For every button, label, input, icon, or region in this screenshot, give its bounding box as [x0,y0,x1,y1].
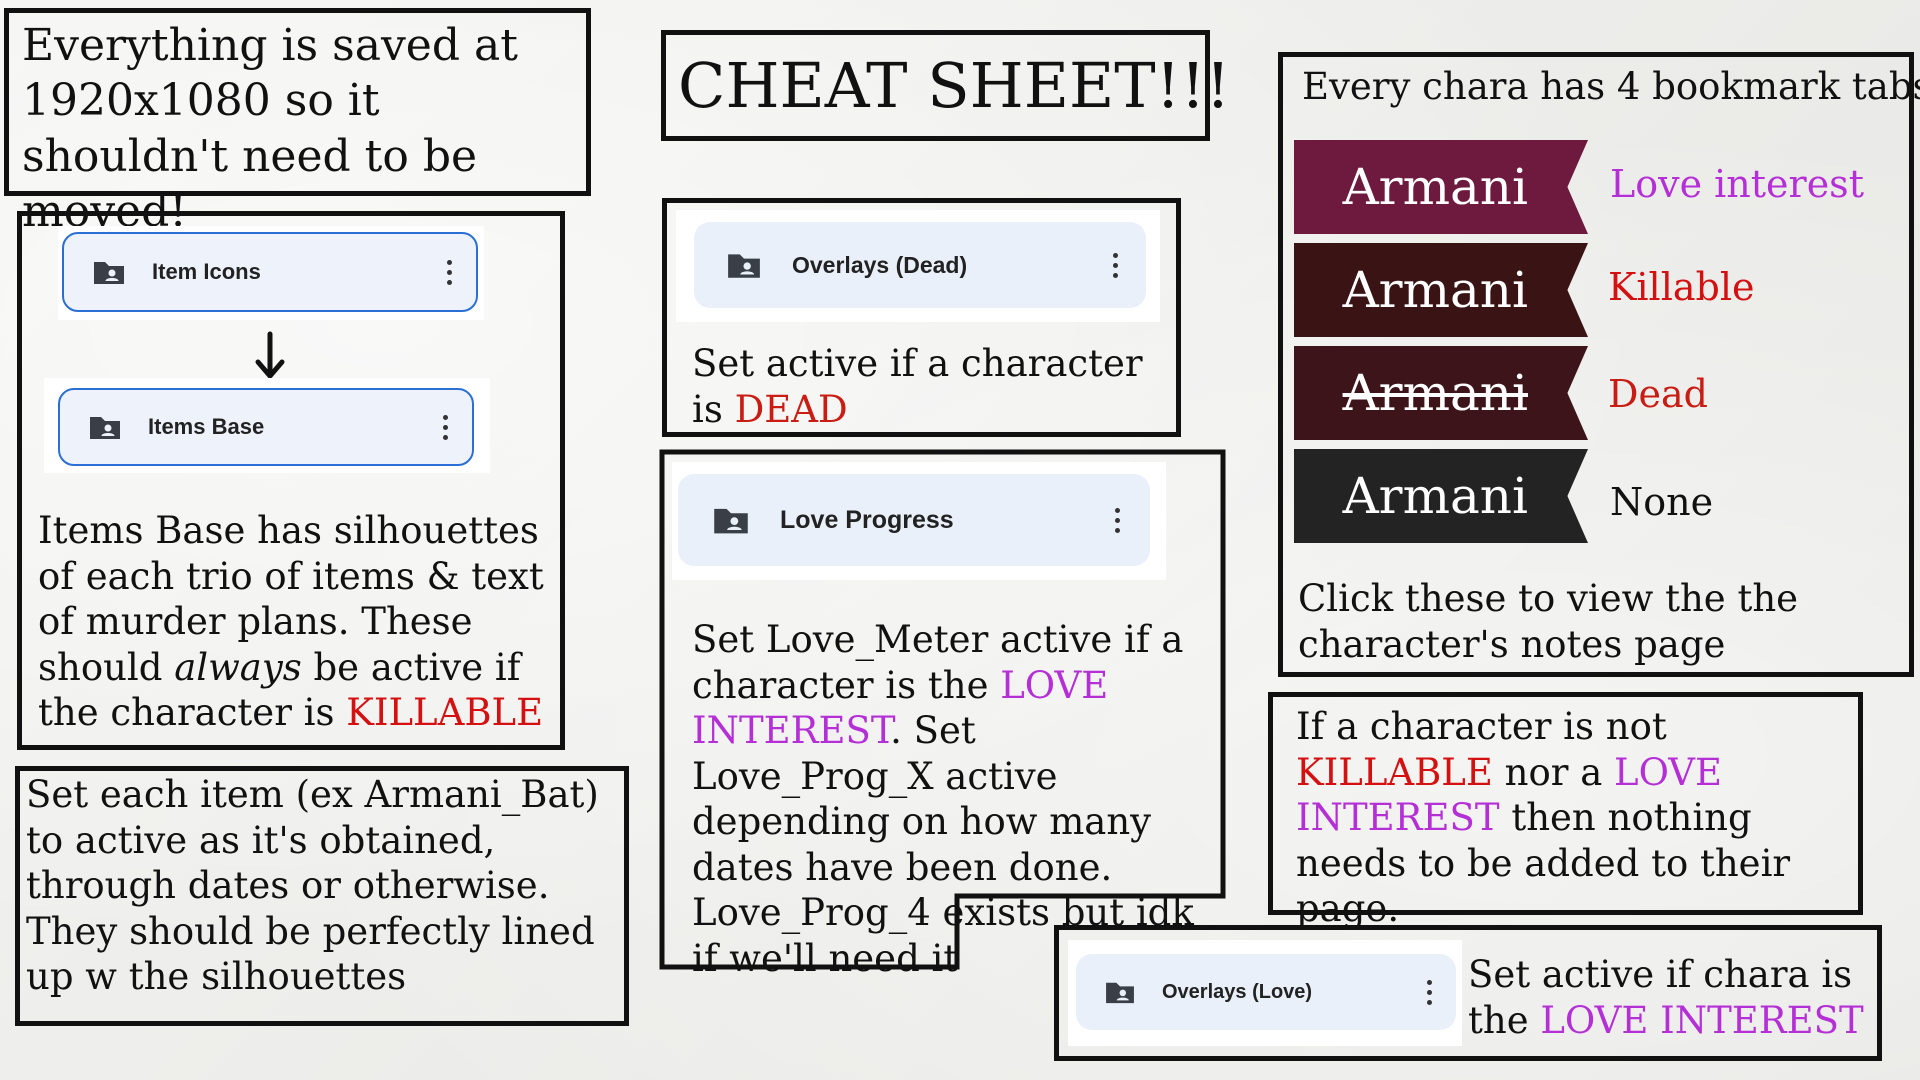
folder-shared-icon [94,262,124,284]
folder-shared-icon [90,417,120,439]
tab-name: Armani [1342,467,1528,525]
item-icons-chip[interactable]: Item Icons [58,226,484,320]
set-items-note: Set each item (ex Armani_Bat) to active … [26,773,599,998]
down-arrow-icon [255,331,285,379]
folder-shared-icon [728,254,760,278]
more-vert-icon[interactable] [1115,507,1120,533]
overlays-dead-label: Overlays (Dead) [792,251,968,278]
dead-note: Set active if a character is DEAD [692,342,1143,431]
overlays-love-label: Overlays (Love) [1162,980,1313,1003]
bookmark-tab-love[interactable]: Armani [1294,140,1588,234]
more-vert-icon[interactable] [447,259,452,285]
tab-name: Armani [1342,158,1528,216]
folder-shared-icon [1106,982,1134,1004]
tab-label-none: None [1610,480,1714,524]
page-title: CHEAT SHEET!!! [678,49,1231,122]
tab-name: Armani [1342,261,1528,319]
overlays-dead-chip[interactable]: Overlays (Dead) [676,210,1160,322]
bookmark-tab-none[interactable]: Armani [1294,449,1588,543]
more-vert-icon[interactable] [1427,979,1432,1005]
bookmark-tab-dead[interactable]: Armani [1294,346,1588,440]
tabs-header: Every chara has 4 bookmark tabs [1302,65,1920,108]
love-progress-label: Love Progress [780,505,954,534]
items-base-chip[interactable]: Items Base [44,378,490,473]
more-vert-icon[interactable] [1113,252,1118,278]
items-base-label: Items Base [148,414,265,439]
tab-label-love: Love interest [1610,162,1864,206]
bookmark-tab-killable[interactable]: Armani [1294,243,1588,337]
tab-label-dead: Dead [1608,372,1708,416]
none-note: If a character is not KILLABLE nor a LOV… [1296,705,1791,930]
tabs-click-note: Click these to view the the character's … [1298,577,1799,666]
folder-shared-icon [714,508,748,534]
saved-note: Everything is saved at 1920x1080 so it s… [22,20,518,238]
tab-label-killable: Killable [1608,265,1755,309]
item-icons-label: Item Icons [152,259,261,284]
items-base-note: Items Base has silhouettes of each trio … [38,509,544,734]
overlays-love-chip[interactable]: Overlays (Love) [1068,940,1462,1046]
overlays-love-note: Set active if chara is the LOVE INTEREST [1468,953,1864,1042]
more-vert-icon[interactable] [443,414,448,440]
love-progress-chip[interactable]: Love Progress [672,462,1166,580]
tab-name: Armani [1342,364,1528,422]
